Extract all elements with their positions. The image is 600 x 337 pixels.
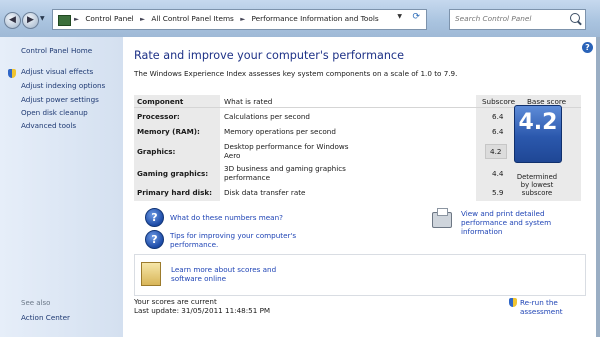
last-update-text: Last update: 31/05/2011 11:48:51 PM [134, 306, 271, 315]
adjust-indexing-options-link[interactable]: Adjust indexing options [21, 81, 105, 90]
forward-button[interactable]: ▶ [22, 12, 39, 29]
table-row-rated: Desktop performance for Windows Aero [224, 142, 349, 160]
help-icon[interactable]: ? [582, 42, 593, 53]
table-row-rated: Memory operations per second [224, 127, 336, 136]
software-box-icon [141, 262, 161, 286]
learn-more-link[interactable]: Learn more about scores and software onl… [171, 265, 306, 283]
search-input[interactable] [450, 10, 565, 27]
table-row-rated: Disk data transfer rate [224, 188, 306, 197]
search-icon[interactable] [570, 13, 580, 23]
action-center-link[interactable]: Action Center [21, 313, 70, 322]
recent-pages-chevron-icon[interactable]: ▼ [40, 15, 45, 22]
breadcrumb-separator-icon[interactable]: ► [74, 15, 79, 23]
see-also-heading: See also [21, 299, 51, 307]
tips-link[interactable]: Tips for improving your computer's perfo… [170, 231, 300, 249]
breadcrumb-all-items[interactable]: All Control Panel Items [151, 14, 233, 23]
table-row-component: Memory (RAM): [137, 127, 200, 136]
left-pane: Control Panel Home Adjust visual effects… [0, 37, 123, 337]
base-score-value: 4.2 [518, 110, 558, 135]
rerun-assessment-link[interactable]: Re-run the assessment [520, 298, 596, 316]
question-icon: ? [145, 208, 164, 227]
breadcrumb-separator-icon[interactable]: ► [140, 15, 145, 23]
table-row-subscore: 6.4 [492, 127, 504, 136]
table-row-rated: 3D business and gaming graphics performa… [224, 164, 346, 182]
main-content: ? Rate and improve your computer's perfo… [123, 37, 596, 337]
header-subscore: Subscore [482, 97, 515, 106]
header-what-is-rated: What is rated [224, 97, 273, 106]
breadcrumb-control-panel[interactable]: Control Panel [85, 14, 133, 23]
view-print-details-link[interactable]: View and print detailed performance and … [461, 209, 589, 236]
table-row-component: Primary hard disk: [137, 188, 213, 197]
control-panel-home-link[interactable]: Control Panel Home [21, 46, 92, 55]
printer-icon [432, 208, 452, 228]
breadcrumb: ► Control Panel ► All Control Panel Item… [74, 13, 383, 25]
base-score-badge: 4.2 [514, 105, 562, 163]
scores-current-text: Your scores are current [134, 297, 217, 306]
page-title: Rate and improve your computer's perform… [134, 49, 404, 62]
what-numbers-mean-link[interactable]: What do these numbers mean? [170, 213, 283, 222]
page-description: The Windows Experience Index assesses ke… [134, 69, 458, 78]
breadcrumb-separator-icon[interactable]: ► [240, 15, 245, 23]
table-row-subscore: 4.4 [492, 169, 504, 178]
table-row-subscore: 6.4 [492, 112, 504, 121]
open-disk-cleanup-link[interactable]: Open disk cleanup [21, 108, 88, 117]
advanced-tools-link[interactable]: Advanced tools [21, 121, 76, 130]
breadcrumb-performance[interactable]: Performance Information and Tools [252, 14, 379, 23]
base-score-note: Determined by lowest subscore [516, 173, 558, 197]
search-box[interactable] [449, 9, 586, 30]
shield-icon [509, 298, 517, 307]
adjust-visual-effects-link[interactable]: Adjust visual effects [21, 67, 93, 76]
back-button[interactable]: ◀ [4, 12, 21, 29]
control-panel-icon [58, 15, 71, 26]
table-row-rated: Calculations per second [224, 112, 310, 121]
address-dropdown-icon[interactable]: ▼ [397, 13, 402, 20]
table-row-component: Processor: [137, 112, 180, 121]
table-row-subscore: 4.2 [490, 147, 502, 156]
table-row-component: Graphics: [137, 147, 176, 156]
table-row-component: Gaming graphics: [137, 169, 209, 178]
refresh-icon[interactable]: ⟳ [412, 12, 420, 22]
header-component: Component [137, 97, 184, 106]
shield-icon [8, 69, 16, 78]
question-icon: ? [145, 230, 164, 249]
table-row-subscore: 5.9 [492, 188, 504, 197]
adjust-power-settings-link[interactable]: Adjust power settings [21, 95, 99, 104]
address-bar[interactable]: ► Control Panel ► All Control Panel Item… [52, 9, 427, 30]
learn-more-panel: Learn more about scores and software onl… [134, 254, 586, 296]
assessment-status: Your scores are current Last update: 31/… [134, 297, 270, 315]
window-toolbar: ◀ ▶ ▼ ► Control Panel ► All Control Pane… [0, 0, 600, 37]
